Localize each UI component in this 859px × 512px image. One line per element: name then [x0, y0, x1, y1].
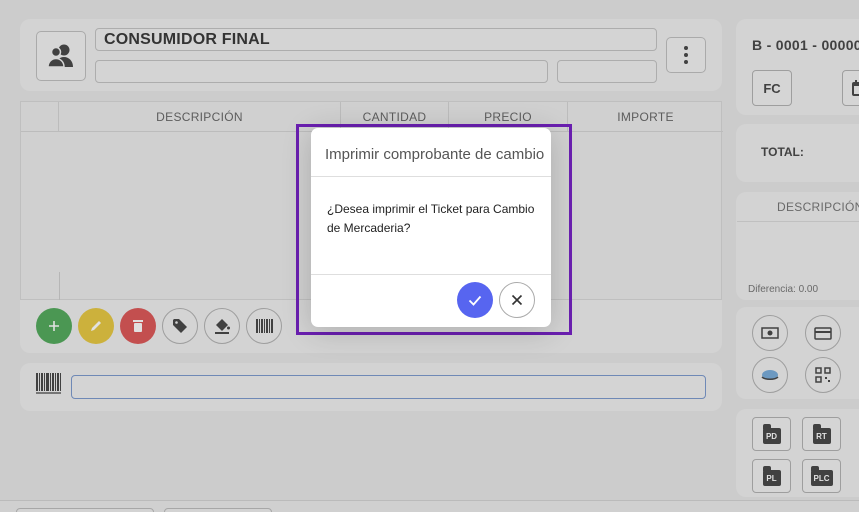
cancel-button[interactable]: [499, 282, 535, 318]
dialog-message: ¿Desea imprimir el Ticket para Cambio de…: [327, 202, 535, 235]
divider: [311, 176, 551, 177]
confirm-button[interactable]: [457, 282, 493, 318]
print-dialog: Imprimir comprobante de cambio ¿Desea im…: [311, 128, 551, 327]
dialog-title: Imprimir comprobante de cambio: [325, 146, 545, 163]
divider: [311, 274, 551, 275]
close-icon: [511, 294, 523, 306]
check-icon: [468, 295, 482, 306]
